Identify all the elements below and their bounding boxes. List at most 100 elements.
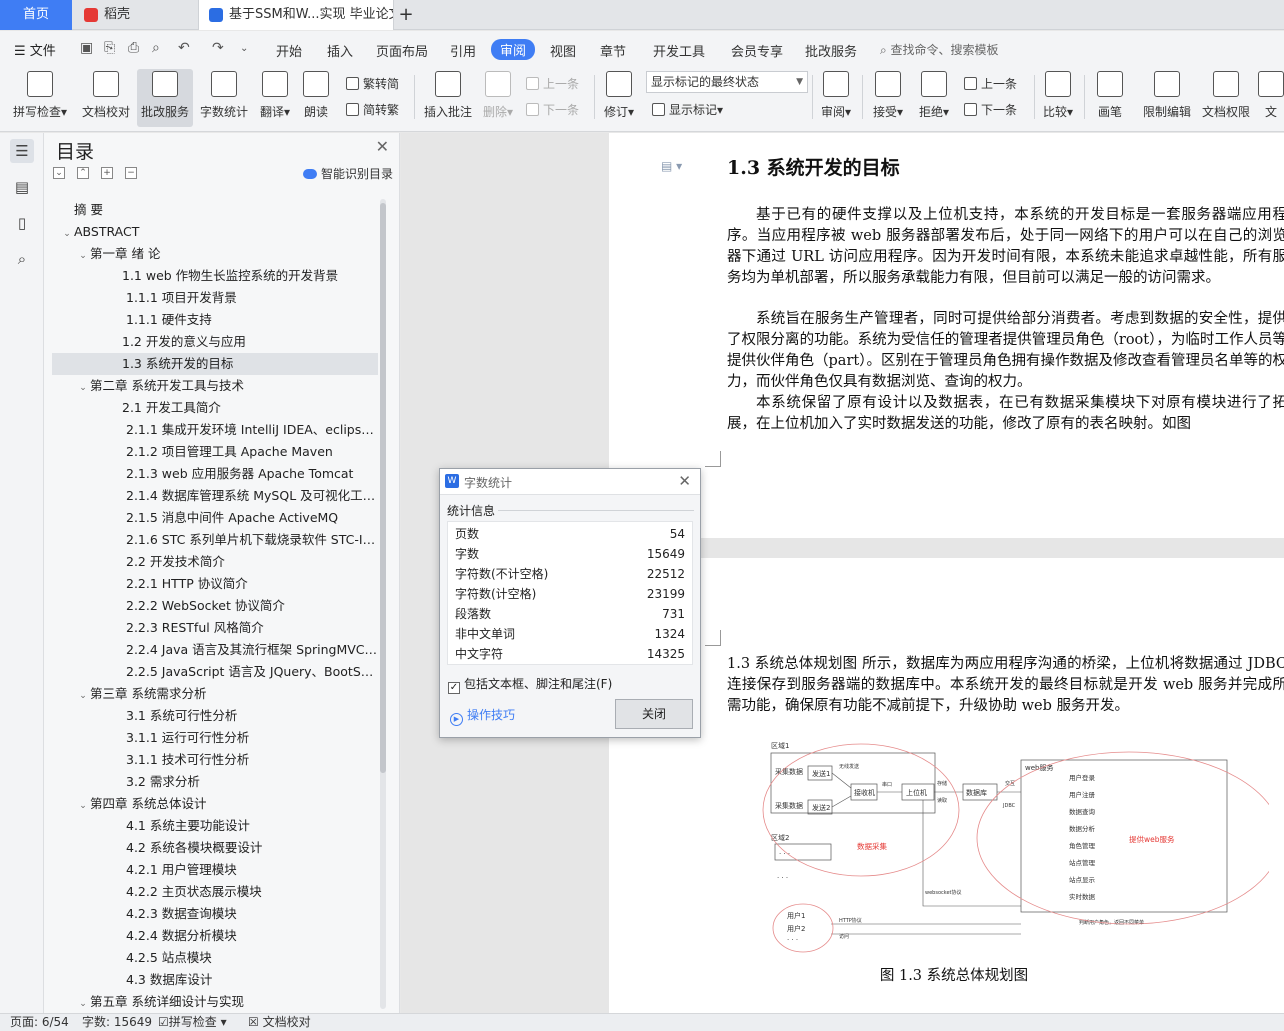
find-icon[interactable]: ⌕	[10, 247, 34, 271]
add-heading-icon[interactable]: +	[101, 167, 113, 179]
doc-check-status[interactable]: ☒ 文档校对	[248, 1014, 311, 1031]
page-indicator[interactable]: 页面: 6/54	[10, 1014, 69, 1031]
restrict-editing-button[interactable]: 限制编辑	[1140, 69, 1194, 127]
close-button[interactable]: 关闭	[615, 699, 693, 729]
smart-toc-button[interactable]: 智能识别目录	[302, 165, 393, 182]
trad-to-simp-button[interactable]: 繁转简	[346, 75, 399, 92]
save-icon[interactable]: ▣	[80, 40, 93, 56]
menu-devtools[interactable]: 开发工具	[653, 41, 705, 60]
toc-item[interactable]: 2.1.4 数据库管理系统 MySQL 及可视化工具 S...	[52, 485, 378, 507]
chevron-down-icon[interactable]: ⌄	[60, 223, 74, 243]
toc-item[interactable]: ⌄ 第三章 系统需求分析	[52, 683, 378, 705]
document-page[interactable]: 1.3 系统总体规划图 所示，数据库为两应用程序沟通的桥梁，上位机将数据通过 J…	[609, 558, 1284, 1013]
toc-item[interactable]: 2.1.5 消息中间件 Apache ActiveMQ	[52, 507, 378, 529]
toc-item[interactable]: ⌄ 第五章 系统详细设计与实现	[52, 991, 378, 1011]
read-aloud-button[interactable]: 朗读	[298, 69, 334, 127]
file-menu[interactable]: ☰ 文件	[14, 40, 56, 59]
collapse-all-icon[interactable]: ⌄	[53, 167, 65, 179]
print-icon[interactable]: ⎙	[128, 40, 139, 56]
prev-comment-button[interactable]: 上一条	[526, 75, 579, 92]
toc-item[interactable]: 2.2.2 WebSocket 协议简介	[52, 595, 378, 617]
chevron-down-icon[interactable]: ⌄	[76, 377, 90, 397]
toc-item[interactable]: 4.2 系统各模块概要设计	[52, 837, 378, 859]
doc-permission-button[interactable]: 文档权限	[1200, 69, 1252, 127]
new-tab-button[interactable]: +	[396, 0, 416, 30]
toc-item[interactable]: 4.3 数据库设计	[52, 969, 378, 991]
markup-state-select[interactable]: 显示标记的最终状态 ▼	[646, 71, 808, 93]
toc-item[interactable]: ⌄ 第四章 系统总体设计	[52, 793, 378, 815]
toc-item[interactable]: 2.2 开发技术简介	[52, 551, 378, 573]
page-outline-icon[interactable]: ▤ ▾	[661, 159, 682, 173]
chevron-down-icon[interactable]: ⌄	[76, 993, 90, 1011]
toc-item[interactable]: 2.1.6 STC 系列单片机下载烧录软件 STC-ISP	[52, 529, 378, 551]
chevron-down-icon[interactable]: ⌄	[76, 245, 90, 265]
toc-item[interactable]: 2.1.3 web 应用服务器 Apache Tomcat	[52, 463, 378, 485]
toc-item[interactable]: 1.1.1 硬件支持	[52, 309, 378, 331]
toc-item[interactable]: 4.2.5 站点模块	[52, 947, 378, 969]
include-textbox-checkbox[interactable]: ✓ 包括文本框、脚注和尾注(F)	[448, 675, 612, 694]
pen-button[interactable]: 画笔	[1090, 69, 1130, 127]
toc-item[interactable]: 1.1.1 项目开发背景	[52, 287, 378, 309]
menu-reference[interactable]: 引用	[450, 41, 476, 60]
dialog-titlebar[interactable]: W 字数统计 ✕	[440, 469, 700, 495]
redo-icon[interactable]: ↷	[212, 40, 224, 56]
toc-item[interactable]: 2.1.2 项目管理工具 Apache Maven	[52, 441, 378, 463]
doc-check-button[interactable]: 文档校对	[78, 69, 134, 127]
delete-comment-button[interactable]: 删除▾	[478, 69, 518, 127]
review-pane-button[interactable]: 审阅▾	[816, 69, 856, 127]
insert-comment-button[interactable]: 插入批注	[420, 69, 476, 127]
menu-review[interactable]: 审阅	[491, 39, 536, 60]
tab-home[interactable]: 首页	[0, 0, 72, 30]
toc-item[interactable]: 1.3 系统开发的目标	[52, 353, 378, 375]
toc-item[interactable]: 3.2 需求分析	[52, 771, 378, 793]
toc-item[interactable]: 3.1.1 运行可行性分析	[52, 727, 378, 749]
expand-up-icon[interactable]: ⌃	[77, 167, 89, 179]
simp-to-trad-button[interactable]: 简转繁	[346, 101, 399, 118]
toc-item[interactable]: 4.2.1 用户管理模块	[52, 859, 378, 881]
menu-chapter[interactable]: 章节	[600, 41, 626, 60]
compare-button[interactable]: 比较▾	[1038, 69, 1078, 127]
menu-layout[interactable]: 页面布局	[376, 41, 428, 60]
prev-change-button[interactable]: 上一条	[964, 75, 1017, 92]
toc-item[interactable]: 3.1 系统可行性分析	[52, 705, 378, 727]
toc-scrollbar-thumb[interactable]	[380, 203, 386, 773]
menu-view[interactable]: 视图	[550, 41, 576, 60]
toc-item[interactable]: 2.1 开发工具简介	[52, 397, 378, 419]
toc-item[interactable]: ⌄ 第一章 绪 论	[52, 243, 378, 265]
toc-item[interactable]: 2.2.1 HTTP 协议简介	[52, 573, 378, 595]
track-changes-button[interactable]: 修订▾	[600, 69, 638, 127]
toc-item[interactable]: ⌄ 第二章 系统开发工具与技术	[52, 375, 378, 397]
tab-daoke[interactable]: 稻壳	[74, 0, 194, 30]
toc-item[interactable]: 2.2.4 Java 语言及其流行框架 SpringMVC、S...	[52, 639, 378, 661]
menu-correction[interactable]: 批改服务	[805, 41, 857, 60]
chevron-down-icon[interactable]: ⌄	[76, 685, 90, 705]
toc-item[interactable]: 2.1.1 集成开发环境 IntelliJ IDEA、eclipse、D...	[52, 419, 378, 441]
reject-button[interactable]: 拒绝▾	[914, 69, 954, 127]
close-icon[interactable]: ✕	[376, 137, 389, 156]
accept-button[interactable]: 接受▾	[868, 69, 908, 127]
translate-button[interactable]: 翻译▾	[255, 69, 295, 127]
toc-item[interactable]: 1.1 web 作物生长监控系统的开发背景	[52, 265, 378, 287]
next-comment-button[interactable]: 下一条	[526, 101, 579, 118]
toc-item[interactable]: 4.1 系统主要功能设计	[52, 815, 378, 837]
more-button[interactable]: 文	[1258, 69, 1284, 127]
spell-check-status[interactable]: ☑拼写检查 ▾	[158, 1014, 227, 1031]
remove-heading-icon[interactable]: −	[125, 167, 137, 179]
close-icon[interactable]: ✕	[678, 472, 691, 490]
toc-item[interactable]: 4.2.4 数据分析模块	[52, 925, 378, 947]
correction-service-button[interactable]: 批改服务	[137, 69, 193, 127]
toc-item[interactable]: ⌄ ABSTRACT	[52, 221, 378, 243]
export-pdf-icon[interactable]: ⎘	[104, 40, 115, 56]
menu-start[interactable]: 开始	[276, 41, 302, 60]
word-count-button[interactable]: 字数统计	[196, 69, 252, 127]
next-change-button[interactable]: 下一条	[964, 101, 1017, 118]
document-page[interactable]: ▤ ▾ 1.3 系统开发的目标 基于已有的硬件支撑以及上位机支持，本系统的开发目…	[609, 133, 1284, 538]
tab-document[interactable]: 基于SSM和W...实现 毕业论文	[198, 0, 394, 30]
chevron-down-icon[interactable]: ⌄	[76, 795, 90, 815]
navigation-panel-icon[interactable]: ▤	[10, 175, 34, 199]
toc-item[interactable]: 4.2.3 数据查询模块	[52, 903, 378, 925]
toc-item[interactable]: 摘 要	[52, 199, 378, 221]
toc-item[interactable]: 1.2 开发的意义与应用	[52, 331, 378, 353]
toc-item[interactable]: 2.2.3 RESTful 风格简介	[52, 617, 378, 639]
tips-link[interactable]: ▶ 操作技巧	[450, 706, 515, 726]
